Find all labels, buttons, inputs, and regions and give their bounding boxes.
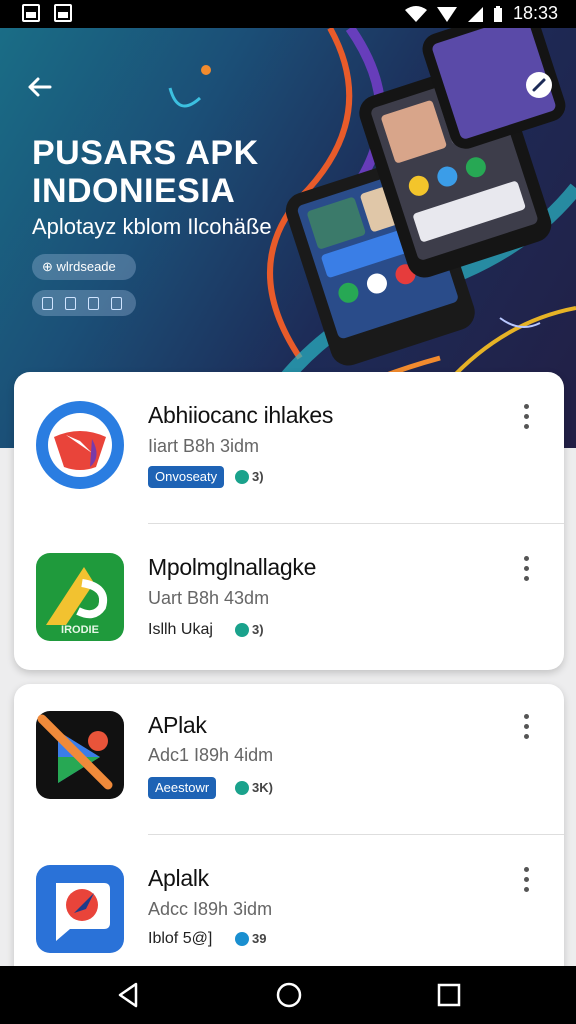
app-list-card: Abhiiocanc ihlakes Iiart B8h 3idm Onvose… (14, 372, 564, 670)
status-bar: 18:33 (0, 0, 576, 28)
pencil-icon (532, 78, 546, 92)
app-meta: Uart B8h 43dm (148, 588, 270, 608)
hero-subtitle: Aplotayz kblom Ilcohäße (32, 214, 272, 239)
icon-text: IRODIE (61, 624, 99, 636)
navigation-bar (0, 966, 576, 1024)
hero-pill-icons[interactable] (32, 290, 136, 316)
app-tag: Iblof 5@] (148, 930, 213, 947)
back-arrow-icon[interactable] (24, 72, 54, 102)
doc-icon (42, 296, 53, 310)
app-name: Mpolmglnallagke (148, 554, 317, 580)
status-dot-icon (235, 780, 249, 795)
hero-pill-tag[interactable]: ⊕ wlrdseade (32, 254, 136, 280)
app-extra: 3) (235, 469, 264, 484)
app-tag: Isllh Ukaj (148, 621, 213, 638)
app-list-item[interactable]: Abhiiocanc ihlakes Iiart B8h 3idm Onvose… (14, 372, 564, 522)
app-list-card: APlak Adc1 I89h 4idm Aeestowr 3K) Aplalk… (14, 684, 564, 984)
edit-button[interactable] (526, 72, 552, 98)
app-extra: 39 (235, 931, 266, 946)
app-list-item[interactable]: Aplalk Adcc I89h 3idm Iblof 5@] 39 (14, 835, 564, 985)
app-name: APlak (148, 712, 207, 738)
back-nav-icon[interactable] (114, 980, 144, 1010)
clock: 18:33 (512, 3, 558, 23)
status-dot-icon (235, 622, 249, 637)
app-name: Abhiiocanc ihlakes (148, 402, 334, 428)
chat-icon (111, 296, 122, 310)
app-extra: 3K) (235, 780, 273, 795)
status-dot-icon (235, 931, 249, 946)
more-options-icon[interactable] (516, 401, 536, 431)
notification-icon (22, 4, 40, 22)
compass-red-icon (36, 401, 124, 489)
play-slash-icon (36, 711, 124, 799)
app-meta: Adcc I89h 3idm (148, 899, 273, 919)
battery-icon (493, 5, 502, 22)
app-name: Aplalk (148, 865, 209, 891)
app-extra: 3) (235, 622, 264, 637)
more-options-icon[interactable] (516, 711, 536, 741)
chat-compass-icon (36, 865, 124, 953)
signal-icon (436, 6, 457, 22)
wifi-icon (404, 5, 427, 22)
more-options-icon[interactable] (516, 864, 536, 894)
app-tag-badge[interactable]: Onvoseaty (148, 466, 225, 488)
image-notification-icon (54, 4, 72, 22)
app-list-item[interactable]: IRODIE Mpolmglnallagke Uart B8h 43dm Isl… (14, 524, 564, 674)
status-dot-icon (235, 469, 249, 484)
green-a-icon: IRODIE (36, 553, 124, 641)
hero-title: PUSARS APK INDONIESIA (32, 134, 259, 210)
app-meta: Iiart B8h 3idm (148, 436, 260, 456)
copy-icon (88, 296, 99, 310)
no-signal-icon (467, 6, 483, 22)
app-meta: Adc1 I89h 4idm (148, 745, 274, 765)
home-nav-icon[interactable] (274, 980, 304, 1010)
file-icon (65, 296, 76, 310)
more-options-icon[interactable] (516, 553, 536, 583)
app-tag-badge[interactable]: Aeestowr (148, 777, 217, 799)
app-list-item[interactable]: APlak Adc1 I89h 4idm Aeestowr 3K) (14, 684, 564, 834)
recents-nav-icon[interactable] (434, 980, 464, 1010)
